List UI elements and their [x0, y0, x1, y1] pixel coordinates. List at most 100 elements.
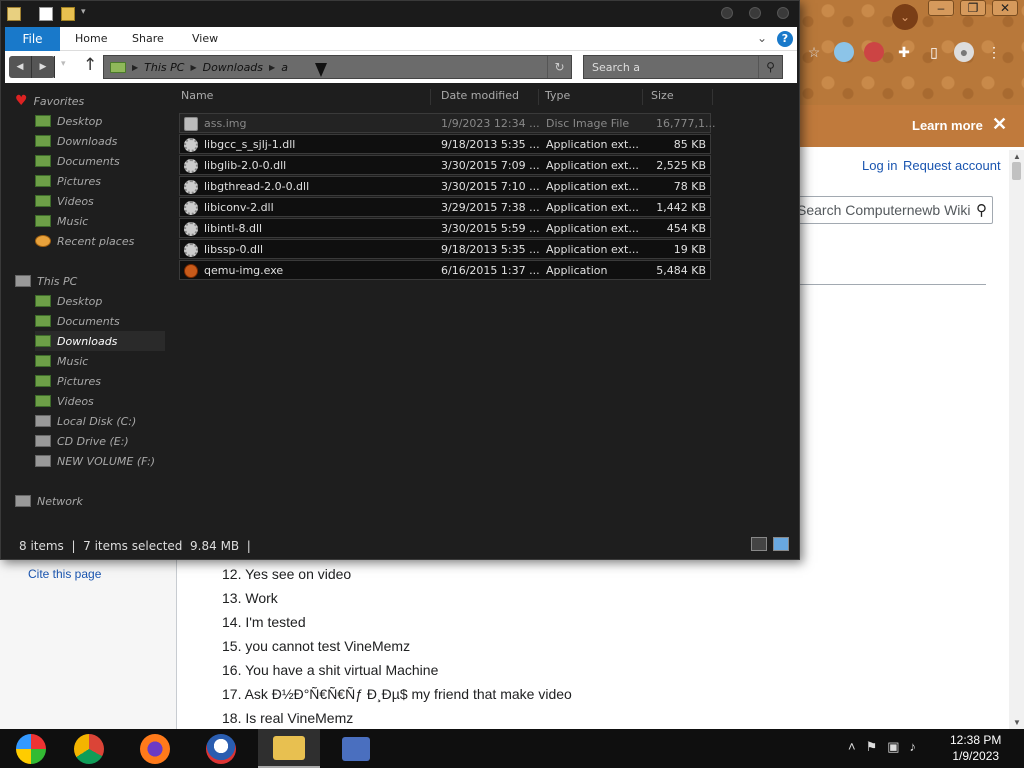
- taskbar-chrome[interactable]: [58, 729, 120, 768]
- learn-more-link[interactable]: Learn more: [912, 118, 983, 133]
- breadcrumb-a[interactable]: a: [281, 61, 288, 74]
- details-view-icon[interactable]: [751, 537, 767, 551]
- forward-icon[interactable]: ▶: [32, 56, 55, 78]
- profile-icon[interactable]: ●: [954, 42, 974, 62]
- wiki-search-input[interactable]: Search Computernewb Wiki ⚲: [790, 196, 993, 224]
- properties-icon[interactable]: [39, 7, 53, 21]
- cite-page-link[interactable]: Cite this page: [28, 567, 101, 581]
- tab-share[interactable]: Share: [132, 27, 164, 51]
- breadcrumb-downloads[interactable]: Downloads: [203, 61, 263, 74]
- large-icons-view-icon[interactable]: [773, 537, 789, 551]
- show-hidden-icons-icon[interactable]: ˄: [848, 739, 856, 755]
- profile-dropdown-icon[interactable]: ⌄: [892, 4, 918, 30]
- explorer-app-icon[interactable]: [7, 7, 21, 21]
- close-button[interactable]: [777, 7, 789, 19]
- list-item: 12. Yes see on video: [222, 566, 352, 582]
- sidepanel-icon[interactable]: ▯: [924, 42, 944, 62]
- nav-fav-recent[interactable]: Recent places: [35, 231, 134, 251]
- minimize-icon[interactable]: –: [928, 0, 954, 16]
- breadcrumb-this-pc[interactable]: This PC: [144, 61, 184, 74]
- up-arrow-icon[interactable]: ↑: [83, 55, 97, 75]
- maximize-icon[interactable]: ❐: [960, 0, 986, 16]
- file-explorer-icon: [273, 735, 305, 760]
- file-row[interactable]: libiconv-2.dll 3/29/2015 7:38 ... Applic…: [179, 197, 711, 217]
- nav-fav-desktop[interactable]: Desktop: [35, 111, 102, 131]
- scroll-up-icon[interactable]: ▲: [1013, 152, 1021, 161]
- column-size[interactable]: Size: [649, 89, 713, 105]
- extensions-puzzle-icon[interactable]: ✚: [894, 42, 914, 62]
- file-row[interactable]: ass.img 1/9/2023 12:34 ... Disc Image Fi…: [179, 113, 715, 133]
- taskbar-firefox[interactable]: [124, 729, 186, 768]
- refresh-icon[interactable]: ↻: [547, 56, 571, 78]
- nav-pc-music[interactable]: Music: [35, 351, 88, 371]
- computer-icon: [342, 736, 370, 761]
- taskbar-campaign-app[interactable]: [190, 729, 252, 768]
- file-row[interactable]: libintl-8.dll 3/30/2015 5:59 ... Applica…: [179, 218, 711, 238]
- customize-dropdown-icon[interactable]: ▾: [81, 7, 95, 21]
- expand-ribbon-icon[interactable]: ⌄: [757, 31, 767, 45]
- nav-fav-documents[interactable]: Documents: [35, 151, 120, 171]
- chevron-right-icon[interactable]: ▶: [190, 63, 196, 72]
- extension-flag-icon[interactable]: [834, 42, 854, 62]
- file-row[interactable]: libgcc_s_sjlj-1.dll 9/18/2013 5:35 ... A…: [179, 134, 711, 154]
- file-row[interactable]: qemu-img.exe 6/16/2015 1:37 ... Applicat…: [179, 260, 711, 280]
- scrollbar-thumb[interactable]: [1012, 162, 1021, 180]
- login-link[interactable]: Log in: [862, 158, 897, 173]
- file-row[interactable]: libgthread-2.0-0.dll 3/30/2015 7:10 ... …: [179, 176, 711, 196]
- column-date-modified[interactable]: Date modified: [439, 89, 539, 105]
- search-icon[interactable]: ⚲: [758, 56, 782, 78]
- nav-favorites[interactable]: ♥ Favorites: [15, 91, 84, 111]
- tab-home[interactable]: Home: [75, 27, 107, 51]
- nav-network[interactable]: Network: [15, 491, 83, 511]
- taskbar-my-computer[interactable]: [325, 729, 387, 768]
- nav-pc-cd-drive[interactable]: CD Drive (E:): [35, 431, 129, 451]
- chevron-right-icon[interactable]: ▶: [269, 63, 275, 72]
- maximize-button[interactable]: [749, 7, 761, 19]
- new-folder-icon[interactable]: [61, 7, 75, 21]
- help-icon[interactable]: ?: [777, 31, 793, 47]
- nav-pc-pictures[interactable]: Pictures: [35, 371, 101, 391]
- file-row[interactable]: libglib-2.0-0.dll 3/30/2015 7:09 ... App…: [179, 155, 711, 175]
- request-account-link[interactable]: Request account: [903, 158, 1001, 173]
- hard-drive-icon: [35, 415, 51, 427]
- tab-view[interactable]: View: [192, 27, 218, 51]
- title-bar[interactable]: ▾: [1, 1, 799, 27]
- nav-pc-desktop[interactable]: Desktop: [35, 291, 102, 311]
- nav-fav-pictures[interactable]: Pictures: [35, 171, 101, 191]
- page-scrollbar[interactable]: ▲ ▼: [1009, 150, 1024, 729]
- network-status-icon[interactable]: ▣: [887, 739, 899, 755]
- dll-gear-icon: [184, 159, 198, 173]
- nav-fav-downloads[interactable]: Downloads: [35, 131, 117, 151]
- taskbar-clock[interactable]: 12:38 PM 1/9/2023: [950, 732, 1001, 764]
- nav-pc-videos[interactable]: Videos: [35, 391, 94, 411]
- file-row[interactable]: libssp-0.dll 9/18/2013 5:35 ... Applicat…: [179, 239, 711, 259]
- nav-fav-music[interactable]: Music: [35, 211, 88, 231]
- column-name[interactable]: Name: [179, 89, 431, 105]
- file-date: 3/30/2015 7:10 ...: [441, 180, 540, 193]
- chevron-right-icon[interactable]: ▶: [132, 63, 138, 72]
- nav-pc-downloads[interactable]: Downloads: [35, 331, 165, 351]
- search-icon[interactable]: ⚲: [976, 201, 987, 219]
- menu-dots-icon[interactable]: ⋮: [984, 42, 1004, 62]
- start-button[interactable]: [0, 729, 62, 768]
- tab-file[interactable]: File: [5, 27, 60, 51]
- nav-pc-local-disk[interactable]: Local Disk (C:): [35, 411, 136, 431]
- back-icon[interactable]: ◀: [9, 56, 32, 78]
- volume-icon[interactable]: ♪: [910, 739, 917, 755]
- action-center-flag-icon[interactable]: ⚑: [866, 739, 878, 755]
- search-input[interactable]: Search a ⚲: [583, 55, 783, 79]
- nav-this-pc[interactable]: This PC: [15, 271, 77, 291]
- address-bar[interactable]: ▶ This PC ▶ Downloads ▶ a ↻: [103, 55, 572, 79]
- taskbar-file-explorer[interactable]: [258, 729, 320, 768]
- nav-fav-videos[interactable]: Videos: [35, 191, 94, 211]
- nav-pc-documents[interactable]: Documents: [35, 311, 120, 331]
- close-icon[interactable]: ✕: [992, 0, 1018, 16]
- scroll-down-icon[interactable]: ▼: [1013, 718, 1021, 727]
- banner-close-icon[interactable]: ✕: [992, 114, 1007, 135]
- recent-locations-icon[interactable]: ▾: [61, 59, 66, 69]
- minimize-button[interactable]: [721, 7, 733, 19]
- nav-pc-new-volume[interactable]: NEW VOLUME (F:): [35, 451, 155, 471]
- extension-avatar-icon[interactable]: [864, 42, 884, 62]
- bookmark-star-icon[interactable]: ☆: [804, 42, 824, 62]
- column-type[interactable]: Type: [543, 89, 643, 105]
